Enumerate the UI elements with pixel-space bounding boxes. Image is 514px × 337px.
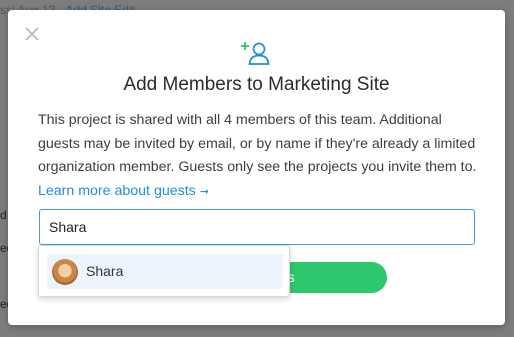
add-member-icon (240, 40, 272, 66)
member-search-input[interactable] (39, 209, 475, 245)
arrow-right-icon: ➞ (199, 185, 209, 198)
dialog-title: Add Members to Marketing Site (123, 74, 390, 95)
background-fragment: d (0, 208, 7, 222)
learn-more-link[interactable]: Learn more about guests ➞ (38, 183, 209, 199)
learn-more-label: Learn more about guests (38, 182, 196, 199)
close-icon[interactable] (24, 26, 40, 42)
dialog-description: This project is shared with all 4 member… (38, 109, 478, 204)
avatar (52, 259, 78, 285)
description-text: This project is shared with all 4 member… (38, 112, 477, 175)
member-suggestions-dropdown: Shara (38, 245, 290, 297)
suggestion-label: Shara (86, 263, 124, 279)
add-members-dialog: Add Members to Marketing Site This proje… (8, 10, 505, 325)
suggestion-item-shara[interactable]: Shara (47, 254, 283, 289)
